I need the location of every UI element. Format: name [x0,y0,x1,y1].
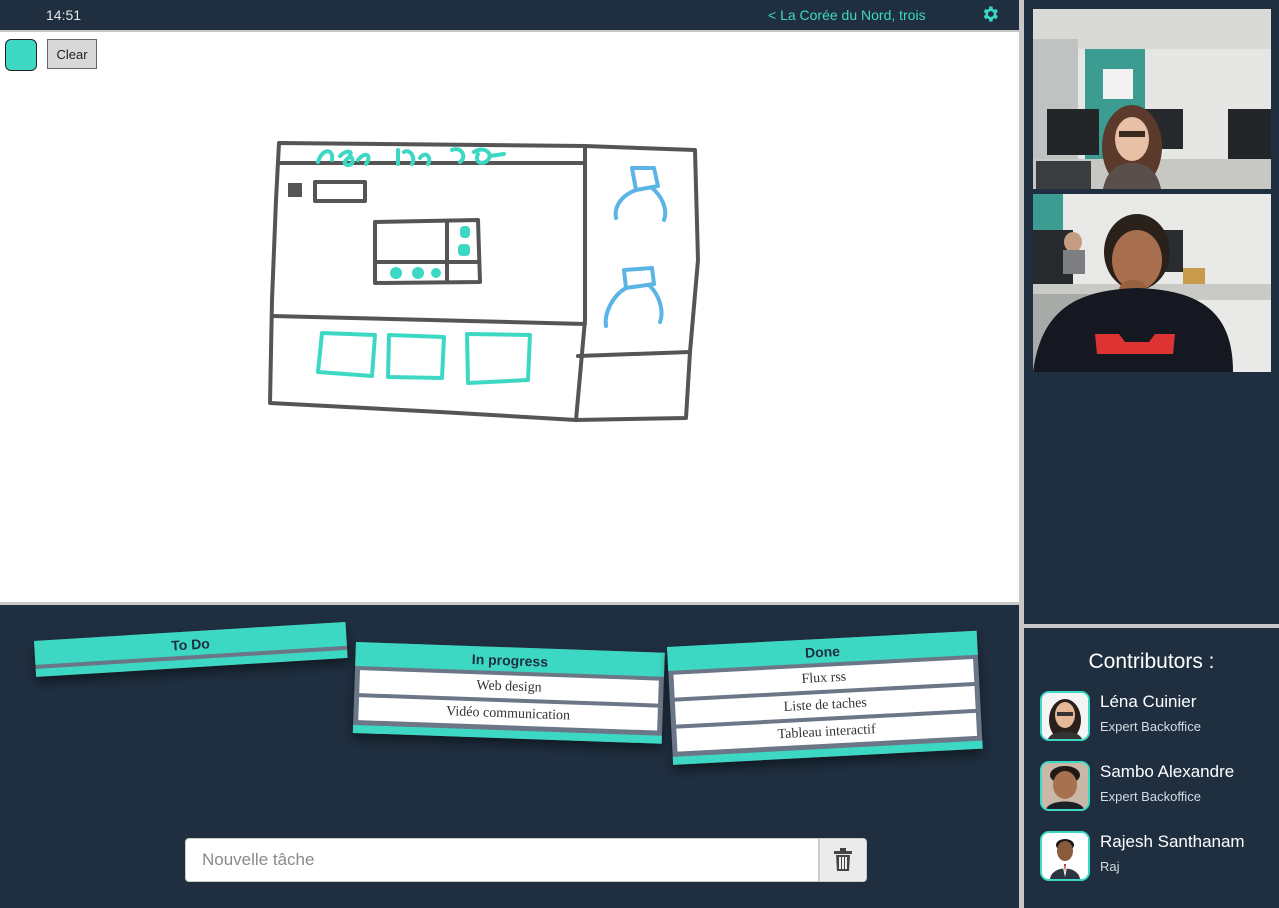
clock: 14:51 [46,7,82,23]
video-feed-1 [1033,9,1271,189]
trash-icon [834,848,852,871]
top-bar: 14:51 < La Corée du Nord, trois [0,0,1019,32]
avatar [1040,691,1090,741]
sketch-drawing [268,141,700,422]
color-picker[interactable] [5,39,37,71]
column-in-progress[interactable]: In progress Web design Vidéo communicati… [352,642,665,744]
contributors-panel: Contributors : Léna Cuinier Expert Backo… [1024,628,1279,908]
contributor-item[interactable]: Sambo Alexandre Expert Backoffice [1040,761,1270,811]
contributor-name: Léna Cuinier [1100,692,1197,711]
room-back-link[interactable]: < La Corée du Nord, trois [768,7,926,23]
gear-icon[interactable] [980,4,1000,24]
column-todo[interactable]: To Do [34,621,348,677]
contributor-name: Rajesh Santhanam [1100,832,1245,851]
contributors-title: Contributors : [1088,650,1215,673]
contributor-role: Expert Backoffice [1100,719,1201,734]
contributor-role: Raj [1100,859,1120,874]
drawing-canvas[interactable]: Clear [0,32,1019,605]
task-board: To Do In progress Web design Vidéo commu… [0,605,1019,908]
video-panel [1024,0,1279,624]
new-task-form [185,838,867,884]
contributor-role: Expert Backoffice [1100,789,1201,804]
avatar [1040,761,1090,811]
delete-task-button[interactable] [819,838,867,882]
contributor-name: Sambo Alexandre [1100,762,1235,781]
new-task-input[interactable] [185,838,819,882]
contributor-item[interactable]: Léna Cuinier Expert Backoffice [1040,691,1270,741]
column-done[interactable]: Done Flux rss Liste de taches Tableau in… [667,630,983,765]
video-feed-2 [1033,194,1271,372]
clear-button[interactable]: Clear [47,39,97,69]
avatar [1040,831,1090,881]
contributor-item[interactable]: Rajesh Santhanam Raj [1040,831,1270,881]
